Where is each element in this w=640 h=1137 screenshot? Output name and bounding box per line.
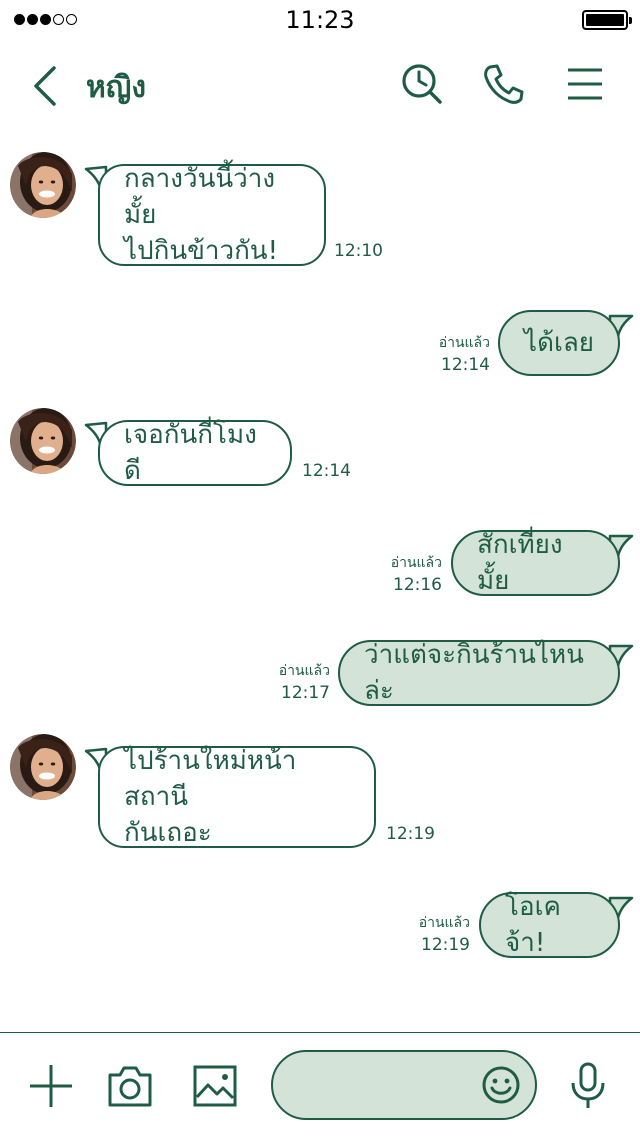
- chevron-left-icon[interactable]: [30, 64, 60, 108]
- message-time: 12:14: [302, 461, 351, 481]
- message-meta: อ่านแล้ว 12:16: [360, 552, 442, 596]
- message-meta: อ่านแล้ว 12:14: [408, 332, 490, 376]
- message-bubble-incoming[interactable]: เจอกันกี่โมงดี: [98, 420, 292, 486]
- message-bubble-outgoing[interactable]: ว่าแต่จะกินร้านไหนล่ะ: [338, 640, 620, 706]
- message-meta: อ่านแล้ว 12:17: [248, 660, 330, 704]
- read-receipt: อ่านแล้ว: [438, 335, 490, 351]
- message-input[interactable]: [271, 1050, 537, 1120]
- read-receipt: อ่านแล้ว: [418, 915, 470, 931]
- message-time: 12:17: [281, 683, 330, 703]
- read-receipt: อ่านแล้ว: [390, 555, 442, 571]
- message-bubble-outgoing[interactable]: ได้เลย: [498, 310, 620, 376]
- status-bar: 11:23: [0, 0, 640, 40]
- avatar[interactable]: [10, 734, 76, 800]
- message-bubble-incoming[interactable]: ไปร้านใหม่หน้าสถานี กันเถอะ: [98, 746, 376, 848]
- message-time: 12:14: [441, 355, 490, 375]
- avatar[interactable]: [10, 408, 76, 474]
- plus-icon[interactable]: [28, 1063, 74, 1109]
- clock-search-icon[interactable]: [400, 62, 444, 106]
- camera-icon[interactable]: [106, 1063, 154, 1109]
- message-time: 12:19: [386, 824, 435, 844]
- microphone-icon[interactable]: [568, 1061, 608, 1111]
- chat-header: หญิง: [0, 40, 640, 130]
- message-time: 12:19: [421, 935, 470, 955]
- contact-name: หญิง: [86, 70, 146, 105]
- message-bubble-outgoing[interactable]: สักเที่ยงมั้ย: [451, 530, 620, 596]
- avatar[interactable]: [10, 152, 76, 218]
- phone-icon[interactable]: [482, 62, 526, 106]
- message-bubble-outgoing[interactable]: โอเคจ้า!: [479, 892, 620, 958]
- composer-bar: [0, 1032, 640, 1137]
- message-bubble-incoming[interactable]: กลางวันนี้ว่างมั้ย ไปกินข้าวกัน!: [98, 164, 326, 266]
- message-time: 12:10: [334, 241, 383, 261]
- read-receipt: อ่านแล้ว: [278, 663, 330, 679]
- hamburger-menu-icon[interactable]: [566, 62, 604, 106]
- battery-icon: [582, 10, 632, 30]
- message-meta: อ่านแล้ว 12:19: [388, 912, 470, 956]
- smiley-icon[interactable]: [481, 1065, 521, 1105]
- message-time: 12:16: [393, 575, 442, 595]
- status-time: 11:23: [285, 6, 355, 34]
- image-icon[interactable]: [192, 1063, 238, 1109]
